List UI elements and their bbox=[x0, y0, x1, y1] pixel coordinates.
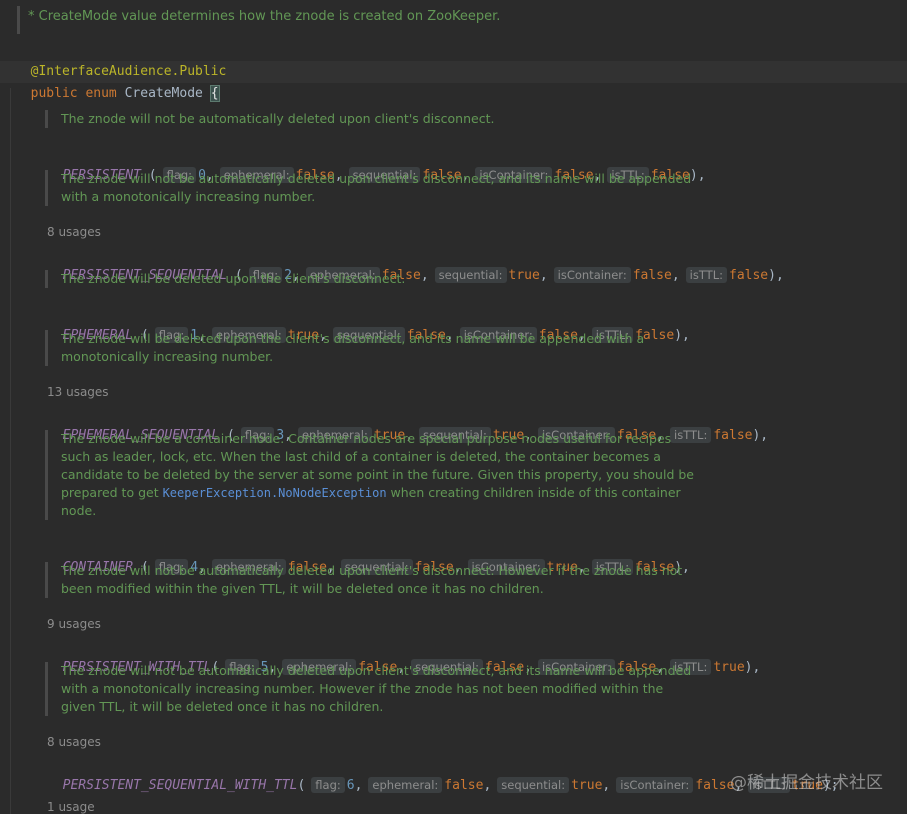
close-paren: ), bbox=[689, 168, 706, 183]
doc-comment-container: The znode will be a container node. Cont… bbox=[45, 430, 694, 520]
doc-line: with a monotonically increasing number. … bbox=[61, 681, 664, 696]
doc-line: with a monotonically increasing number. bbox=[61, 189, 316, 204]
keyword-enum: enum bbox=[85, 86, 117, 101]
constant-name: PERSISTENT_SEQUENTIAL_WITH_TTL bbox=[62, 778, 298, 793]
keeper-exception-link[interactable]: KeeperException.NoNodeException bbox=[163, 486, 387, 500]
usages-link[interactable]: 8 usages bbox=[47, 735, 101, 749]
open-paren: ( bbox=[297, 778, 306, 793]
usages-link[interactable]: 13 usages bbox=[47, 385, 109, 399]
param-hint-iscontainer: isContainer: bbox=[616, 777, 694, 793]
doc-comment-ephemeral-sequential: The znode will be deleted upon the clien… bbox=[45, 330, 644, 366]
doc-line-with-link: prepared to get KeeperException.NoNodeEx… bbox=[61, 484, 694, 502]
doc-line: The znode will not be automatically dele… bbox=[61, 171, 692, 186]
close-paren: ), bbox=[768, 268, 784, 283]
iscontainer-value: false bbox=[632, 268, 672, 283]
indent-guide bbox=[10, 88, 11, 814]
doc-comment-bar bbox=[17, 6, 20, 34]
doc-text: when creating children inside of this co… bbox=[386, 485, 681, 500]
flag-value: 6 bbox=[346, 778, 355, 793]
close-paren: ), bbox=[674, 328, 690, 343]
doc-line: The znode will be deleted upon the clien… bbox=[61, 271, 406, 286]
usages-link[interactable]: 1 usage bbox=[47, 800, 95, 814]
doc-line: candidate to be deleted by the server at… bbox=[61, 467, 694, 482]
doc-comment-persistent: The znode will not be automatically dele… bbox=[45, 110, 494, 128]
watermark: @稀土掘金技术社区 bbox=[730, 773, 883, 793]
doc-line: given TTL, it will be deleted once it ha… bbox=[61, 699, 384, 714]
doc-line: node. bbox=[61, 503, 97, 518]
enum-name: CreateMode bbox=[124, 86, 203, 101]
open-brace: { bbox=[209, 85, 220, 102]
sequential-value: true bbox=[508, 268, 540, 283]
close-paren: ), bbox=[744, 660, 761, 675]
param-hint-isttl: isTTL: bbox=[685, 267, 727, 283]
keyword-public: public bbox=[30, 86, 78, 101]
doc-comment-persistent-with-ttl: The znode will not be automatically dele… bbox=[45, 562, 682, 598]
enum-constant-persistent-sequential-with-ttl[interactable]: PERSISTENT_SEQUENTIAL_WITH_TTL(flag: 6, ep… bbox=[47, 753, 839, 797]
top-doc-comment: * CreateMode value determines how the zn… bbox=[28, 9, 501, 24]
param-hint-iscontainer: isContainer: bbox=[553, 267, 631, 283]
doc-line: monotonically increasing number. bbox=[61, 349, 274, 364]
doc-line: The znode will be deleted upon the clien… bbox=[61, 331, 645, 346]
annotation-line[interactable]: @InterfaceAudience.Public bbox=[15, 39, 227, 79]
doc-comment-ephemeral: The znode will be deleted upon the clien… bbox=[45, 270, 405, 288]
doc-line: such as leader, lock, etc. When the last… bbox=[61, 449, 661, 464]
usages-link[interactable]: 9 usages bbox=[47, 617, 101, 631]
param-hint-sequential: sequential: bbox=[497, 777, 570, 793]
isttl-value: false bbox=[729, 268, 769, 283]
doc-line: The znode will be a container node. Cont… bbox=[61, 431, 672, 446]
usages-link[interactable]: 8 usages bbox=[47, 225, 101, 239]
close-paren: ), bbox=[752, 428, 769, 443]
doc-line: The znode will not be automatically dele… bbox=[61, 563, 683, 578]
param-hint-flag: flag: bbox=[311, 777, 345, 793]
ephemeral-value: false bbox=[444, 778, 484, 793]
enum-declaration-line[interactable]: public enum CreateMode { bbox=[15, 61, 220, 102]
sequential-value: true bbox=[571, 778, 603, 793]
param-hint-ephemeral: ephemeral: bbox=[368, 777, 443, 793]
doc-line: The znode will not be automatically dele… bbox=[61, 111, 495, 126]
doc-comment-persistent-sequential: The znode will not be automatically dele… bbox=[45, 170, 691, 206]
doc-line: been modified within the given TTL, it w… bbox=[61, 581, 544, 596]
doc-line: The znode will not be automatically dele… bbox=[61, 663, 692, 678]
isttl-value: true bbox=[713, 660, 745, 675]
doc-comment-persistent-sequential-with-ttl: The znode will not be automatically dele… bbox=[45, 662, 691, 716]
doc-text: prepared to get bbox=[61, 485, 163, 500]
isttl-value: false bbox=[713, 428, 753, 443]
param-hint-sequential: sequential: bbox=[434, 267, 507, 283]
iscontainer-value: false bbox=[695, 778, 735, 793]
